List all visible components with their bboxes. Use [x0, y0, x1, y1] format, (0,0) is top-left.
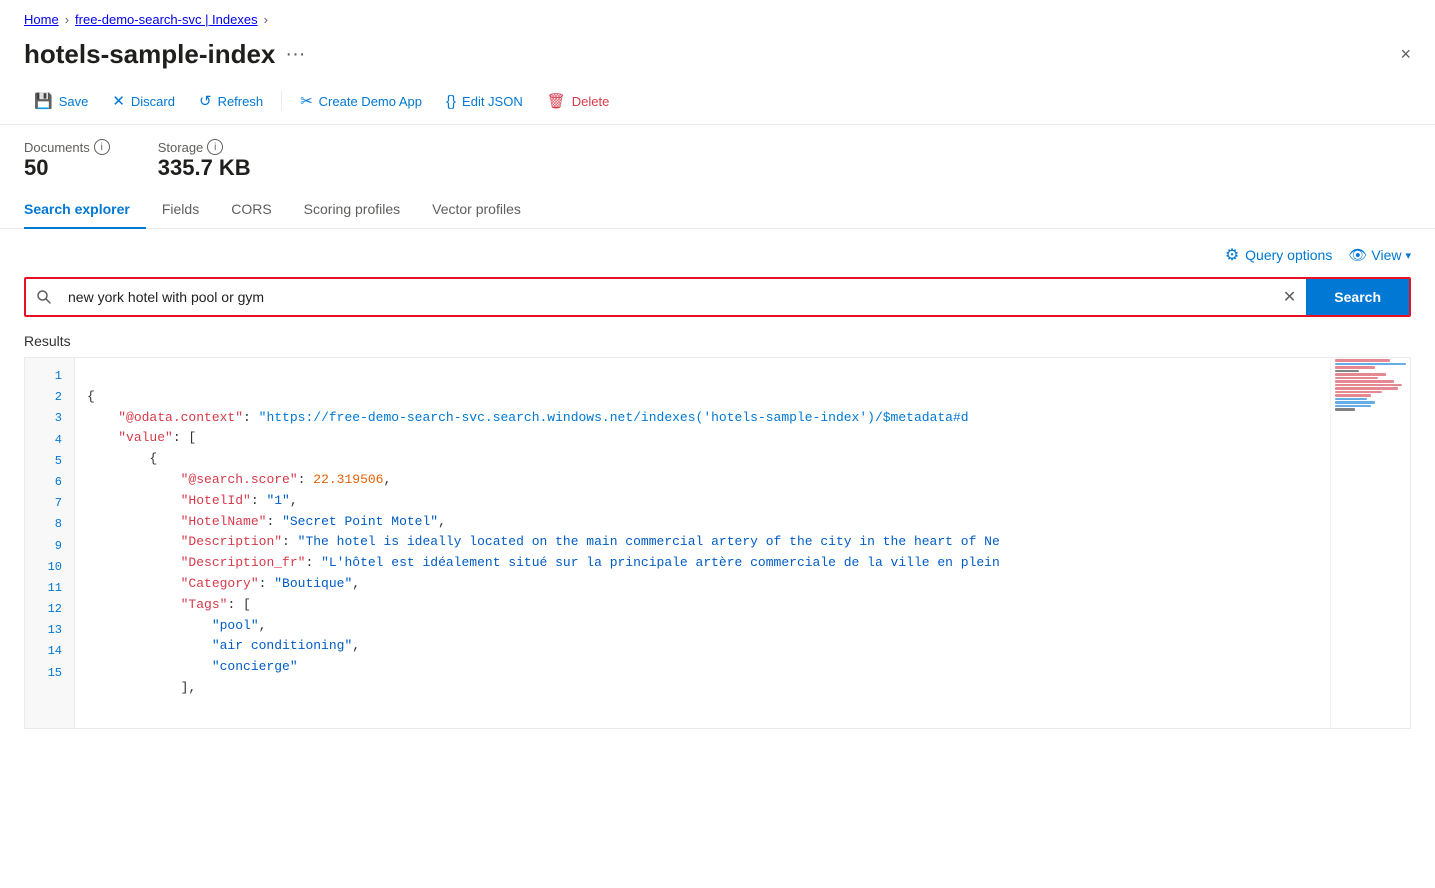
storage-value: 335.7 KB — [158, 155, 251, 181]
search-icon — [26, 279, 62, 315]
toolbar: 💾 Save ✕ Discard ↺ Refresh ✂ Create Demo… — [0, 78, 1435, 125]
minimap-line — [1335, 387, 1398, 390]
view-button[interactable]: 👁 View ▾ — [1348, 246, 1411, 264]
line-num-4: 4 — [25, 430, 74, 451]
line-num-3: 3 — [25, 408, 74, 429]
minimap-line — [1335, 394, 1371, 397]
code-content[interactable]: { "@odata.context": "https://free-demo-s… — [75, 358, 1330, 728]
minimap-line — [1335, 380, 1394, 383]
line-num-1: 1 — [25, 366, 74, 387]
query-options-bar: ⚙ Query options 👁 View ▾ — [24, 245, 1411, 277]
save-button[interactable]: 💾 Save — [24, 86, 98, 116]
view-label: View — [1371, 247, 1401, 263]
line-num-10: 10 — [25, 557, 74, 578]
breadcrumb-sep2: › — [264, 12, 268, 27]
clear-search-button[interactable]: ✕ — [1273, 279, 1306, 315]
search-input[interactable] — [62, 279, 1273, 315]
refresh-button[interactable]: ↺ Refresh — [189, 86, 273, 116]
tab-scoring-profiles[interactable]: Scoring profiles — [288, 191, 417, 229]
breadcrumb-home[interactable]: Home — [24, 12, 59, 27]
minimap-line — [1335, 366, 1375, 369]
create-demo-icon: ✂ — [300, 92, 313, 110]
search-box: ✕ Search — [24, 277, 1411, 317]
query-options-button[interactable]: ⚙ Query options — [1225, 245, 1333, 265]
documents-label: Documents — [24, 140, 90, 155]
delete-button[interactable]: 🗑 Delete — [537, 86, 620, 116]
minimap-line — [1335, 370, 1359, 373]
results-area: Results 1 2 3 4 5 6 7 8 9 10 11 12 13 14… — [0, 333, 1435, 729]
save-icon: 💾 — [34, 92, 53, 110]
minimap-line — [1335, 408, 1355, 411]
gear-icon: ⚙ — [1225, 245, 1239, 265]
edit-json-icon: {} — [446, 93, 456, 110]
page-title: hotels-sample-index — [24, 39, 275, 70]
stats-bar: Documents i 50 Storage i 335.7 KB — [0, 125, 1435, 191]
storage-info-icon[interactable]: i — [207, 139, 223, 155]
line-num-2: 2 — [25, 387, 74, 408]
search-button[interactable]: Search — [1306, 279, 1409, 315]
line-num-13: 13 — [25, 620, 74, 641]
refresh-icon: ↺ — [199, 92, 212, 110]
minimap-line — [1335, 401, 1375, 404]
minimap-line — [1335, 405, 1371, 408]
line-num-11: 11 — [25, 578, 74, 599]
page-header: hotels-sample-index ··· × — [0, 35, 1435, 78]
minimap — [1330, 358, 1410, 728]
tab-search-explorer[interactable]: Search explorer — [24, 191, 146, 229]
storage-label: Storage — [158, 140, 204, 155]
delete-icon: 🗑 — [547, 92, 566, 110]
close-button[interactable]: × — [1400, 44, 1411, 65]
minimap-line — [1335, 377, 1378, 380]
tab-vector-profiles[interactable]: Vector profiles — [416, 191, 537, 229]
documents-stat: Documents i 50 — [24, 139, 110, 181]
line-num-6: 6 — [25, 472, 74, 493]
results-label: Results — [24, 333, 1411, 349]
tab-fields[interactable]: Fields — [146, 191, 215, 229]
breadcrumb: Home › free-demo-search-svc | Indexes › — [0, 0, 1435, 35]
discard-button[interactable]: ✕ Discard — [102, 86, 185, 116]
line-num-9: 9 — [25, 536, 74, 557]
header-more-options[interactable]: ··· — [285, 43, 305, 66]
minimap-line — [1335, 384, 1402, 387]
line-numbers: 1 2 3 4 5 6 7 8 9 10 11 12 13 14 15 — [25, 358, 75, 728]
toolbar-separator — [281, 91, 282, 111]
minimap-line — [1335, 398, 1367, 401]
minimap-line — [1335, 373, 1386, 376]
tab-bar: Search explorer Fields CORS Scoring prof… — [0, 191, 1435, 229]
chevron-down-icon: ▾ — [1405, 249, 1411, 262]
create-demo-app-button[interactable]: ✂ Create Demo App — [290, 86, 432, 116]
tab-cors[interactable]: CORS — [215, 191, 287, 229]
documents-info-icon[interactable]: i — [94, 139, 110, 155]
minimap-line — [1335, 359, 1390, 362]
search-area: ⚙ Query options 👁 View ▾ ✕ Search — [0, 229, 1435, 333]
line-num-5: 5 — [25, 451, 74, 472]
minimap-line — [1335, 391, 1382, 394]
documents-value: 50 — [24, 155, 110, 181]
line-num-14: 14 — [25, 641, 74, 662]
view-icon: 👁 — [1348, 246, 1367, 264]
discard-icon: ✕ — [112, 92, 125, 110]
minimap-line — [1335, 363, 1406, 366]
storage-stat: Storage i 335.7 KB — [158, 139, 251, 181]
line-num-7: 7 — [25, 493, 74, 514]
line-num-8: 8 — [25, 514, 74, 535]
breadcrumb-service[interactable]: free-demo-search-svc | Indexes — [75, 12, 258, 27]
edit-json-button[interactable]: {} Edit JSON — [436, 87, 533, 116]
code-viewer: 1 2 3 4 5 6 7 8 9 10 11 12 13 14 15 { "@… — [24, 357, 1411, 729]
line-num-12: 12 — [25, 599, 74, 620]
line-num-15: 15 — [25, 663, 74, 684]
breadcrumb-sep1: › — [65, 12, 69, 27]
query-options-label: Query options — [1245, 247, 1332, 263]
